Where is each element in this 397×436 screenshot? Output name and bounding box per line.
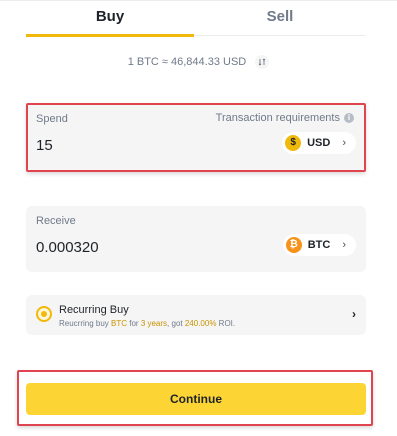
tab-buy[interactable]: Buy: [26, 0, 194, 38]
receive-panel: Receive 0.000320 ₿ BTC ›: [26, 206, 366, 272]
recurring-buy-icon: [36, 306, 52, 322]
exchange-rate-text: 1 BTC ≈ 46,844.33 USD: [127, 56, 247, 68]
receive-currency-selector[interactable]: ₿ BTC ›: [282, 234, 356, 256]
tab-divider: [194, 35, 366, 36]
tab-sell[interactable]: Sell: [194, 0, 366, 38]
spend-highlight-box: [26, 103, 366, 172]
swap-arrows-icon[interactable]: [255, 55, 270, 69]
continue-highlight-box: [17, 370, 373, 426]
recurring-buy-card[interactable]: Recurring Buy Reucrring buy BTC for 3 ye…: [26, 295, 366, 335]
active-tab-indicator: [26, 34, 194, 37]
chevron-right-icon: ›: [342, 239, 346, 251]
receive-currency-code: BTC: [307, 239, 331, 251]
recurring-buy-description: Reucrring buy BTC for 3 years, got 240.0…: [59, 319, 236, 328]
chevron-right-icon: ›: [352, 307, 356, 321]
buy-sell-tabs: Buy Sell: [0, 0, 397, 38]
recurring-buy-title: Recurring Buy: [59, 304, 129, 316]
exchange-rate: 1 BTC ≈ 46,844.33 USD: [0, 55, 397, 69]
receive-amount-input[interactable]: 0.000320: [36, 239, 99, 256]
receive-label: Receive: [36, 215, 76, 227]
bitcoin-coin-icon: ₿: [285, 237, 302, 253]
